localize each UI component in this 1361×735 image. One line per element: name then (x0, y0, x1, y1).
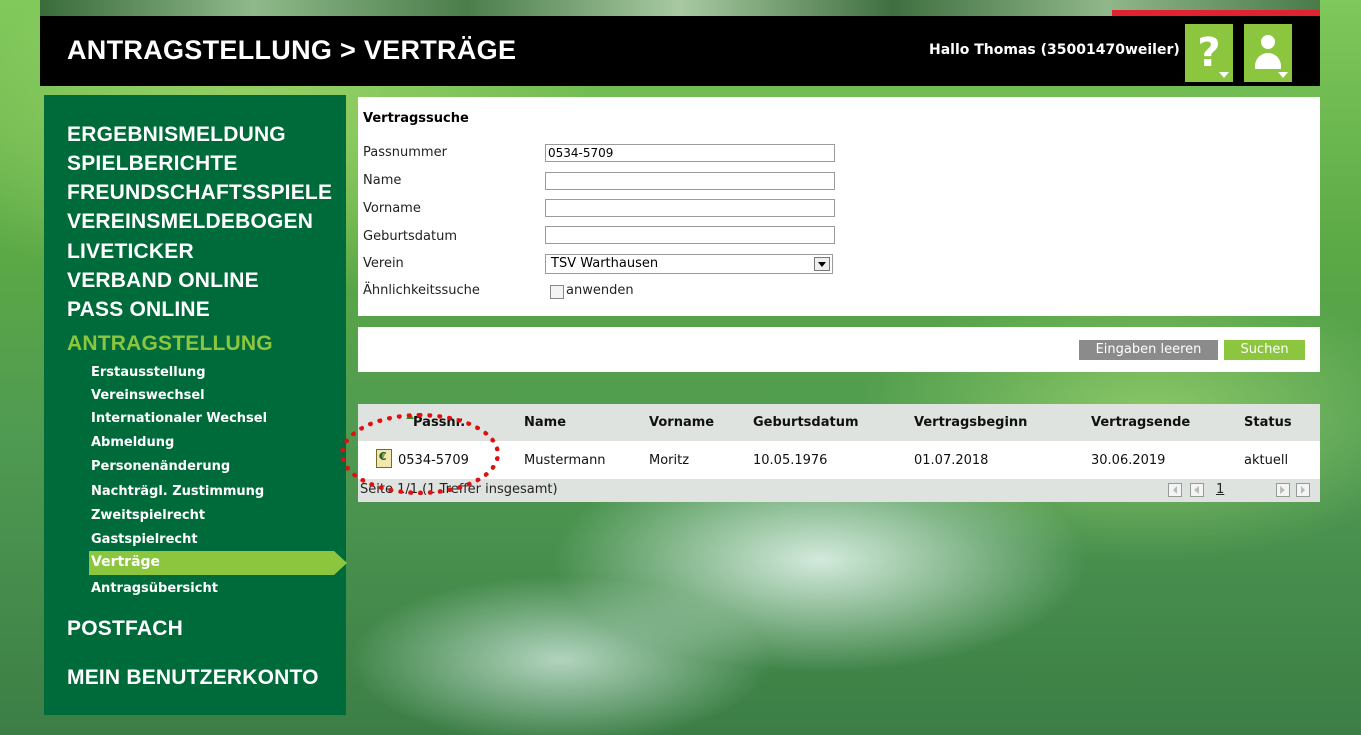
verein-select[interactable]: TSV Warthausen (545, 254, 833, 274)
chevron-down-icon (1219, 72, 1229, 78)
sidebar-subitem-internationaler-wechsel[interactable]: Internationaler Wechsel (91, 411, 267, 426)
actions-panel: Eingaben leeren Suchen (358, 327, 1320, 372)
table-header: Passnr. Name Vorname Geburtsdatum Vertra… (358, 404, 1320, 441)
next-page-icon[interactable] (1276, 483, 1290, 497)
sidebar-item-benutzerkonto[interactable]: MEIN BENUTZERKONTO (67, 663, 319, 692)
dropdown-arrow-icon[interactable] (814, 257, 830, 271)
sidebar-item-pass-online[interactable]: PASS ONLINE (67, 295, 210, 324)
highlight-annotation-circle (340, 413, 500, 495)
previous-page-icon[interactable] (1190, 483, 1204, 497)
sidebar-subitem-vertraege[interactable]: Verträge (89, 551, 347, 575)
sidebar-subitem-zweitspielrecht[interactable]: Zweitspielrecht (91, 508, 205, 523)
cell-vertragsbeginn: 01.07.2018 (914, 453, 989, 468)
user-menu-button[interactable] (1244, 24, 1292, 82)
sidebar: ERGEBNISMELDUNG SPIELBERICHTE FREUNDSCHA… (44, 95, 347, 715)
user-icon (1253, 33, 1283, 73)
cell-vorname: Moritz (649, 453, 690, 468)
cell-status: aktuell (1244, 453, 1289, 468)
sidebar-item-verband-online[interactable]: VERBAND ONLINE (67, 266, 259, 295)
chevron-down-icon (1278, 72, 1288, 78)
verein-label: Verein (363, 256, 404, 271)
aehnlichkeitssuche-checkbox-label[interactable]: anwenden (566, 283, 634, 298)
column-header-name[interactable]: Name (524, 415, 566, 430)
geburtsdatum-label: Geburtsdatum (363, 229, 457, 244)
name-input[interactable] (545, 172, 835, 190)
geburtsdatum-input[interactable] (545, 226, 835, 244)
question-mark-icon: ? (1197, 30, 1221, 76)
aehnlichkeitssuche-label: Ähnlichkeitssuche (363, 283, 480, 298)
first-page-icon[interactable] (1168, 483, 1182, 497)
sidebar-subitem-nachtraegl-zustimmung[interactable]: Nachträgl. Zustimmung (91, 484, 264, 499)
sidebar-item-antragstellung[interactable]: ANTRAGSTELLUNG (67, 329, 273, 358)
sidebar-item-vereinsmeldebogen[interactable]: VEREINSMELDEBOGEN (67, 207, 313, 236)
clear-inputs-button[interactable]: Eingaben leeren (1079, 340, 1218, 360)
vorname-label: Vorname (363, 201, 421, 216)
page-number-link[interactable]: 1 (1216, 482, 1224, 497)
sidebar-item-liveticker[interactable]: LIVETICKER (67, 237, 194, 266)
sidebar-item-postfach[interactable]: POSTFACH (67, 614, 183, 643)
table-footer: Seite 1/1 (1 Treffer insgesamt) 1 (358, 479, 1320, 502)
search-button[interactable]: Suchen (1224, 340, 1305, 360)
search-panel: Vertragssuche Passnummer 0534-5709 Name … (358, 97, 1320, 316)
sidebar-subitem-vertraege-label: Verträge (91, 554, 161, 570)
sidebar-item-freundschaftsspiele[interactable]: FREUNDSCHAFTSSPIELE (67, 178, 332, 207)
cell-name: Mustermann (524, 453, 606, 468)
cell-vertragsende: 30.06.2019 (1091, 453, 1166, 468)
sidebar-subitem-antragsuebersicht[interactable]: Antragsübersicht (91, 581, 218, 596)
page-title: ANTRAGSTELLUNG > VERTRÄGE (67, 35, 517, 65)
name-label: Name (363, 173, 402, 188)
sidebar-subitem-gastspielrecht[interactable]: Gastspielrecht (91, 532, 198, 547)
cell-geburtsdatum: 10.05.1976 (753, 453, 828, 468)
sidebar-subitem-erstausstellung[interactable]: Erstausstellung (91, 365, 206, 380)
last-page-icon[interactable] (1296, 483, 1310, 497)
top-header: ANTRAGSTELLUNG > VERTRÄGE Hallo Thomas (… (40, 16, 1320, 86)
passnummer-label: Passnummer (363, 145, 447, 160)
column-header-vertragsbeginn[interactable]: Vertragsbeginn (914, 415, 1027, 430)
aehnlichkeitssuche-checkbox[interactable] (550, 285, 564, 299)
column-header-vorname[interactable]: Vorname (649, 415, 714, 430)
column-header-geburtsdatum[interactable]: Geburtsdatum (753, 415, 859, 430)
results-table: Passnr. Name Vorname Geburtsdatum Vertra… (358, 404, 1320, 502)
table-row[interactable]: 0534-5709 Mustermann Moritz 10.05.1976 0… (358, 441, 1320, 479)
column-header-status[interactable]: Status (1244, 415, 1292, 430)
user-greeting: Hallo Thomas (35001470weiler) (929, 42, 1180, 58)
sidebar-item-ergebnismeldung[interactable]: ERGEBNISMELDUNG (67, 120, 286, 149)
vorname-input[interactable] (545, 199, 835, 217)
sidebar-subitem-abmeldung[interactable]: Abmeldung (91, 435, 174, 450)
column-header-vertragsende[interactable]: Vertragsende (1091, 415, 1190, 430)
help-button[interactable]: ? (1185, 24, 1233, 82)
sidebar-subitem-personenaenderung[interactable]: Personenänderung (91, 459, 230, 474)
passnummer-input[interactable]: 0534-5709 (545, 144, 835, 162)
sidebar-subitem-vereinswechsel[interactable]: Vereinswechsel (91, 388, 205, 403)
verein-select-value: TSV Warthausen (551, 256, 659, 271)
sidebar-item-spielberichte[interactable]: SPIELBERICHTE (67, 149, 238, 178)
search-panel-title: Vertragssuche (363, 111, 469, 126)
